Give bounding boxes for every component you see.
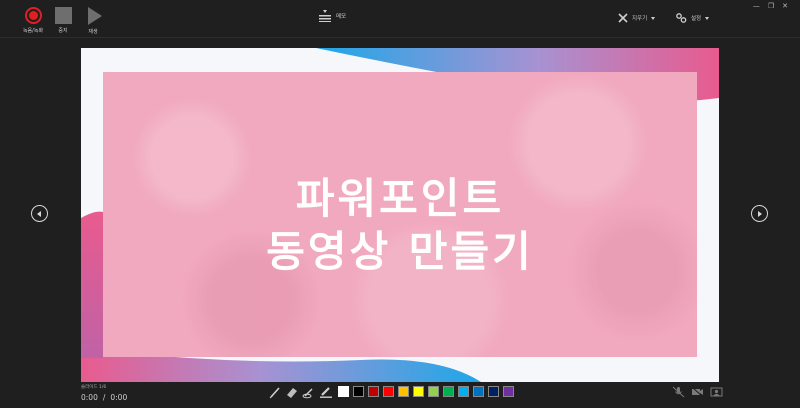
clear-button[interactable]: 지우기 xyxy=(618,13,656,23)
next-slide-button[interactable] xyxy=(751,205,768,222)
settings-button[interactable]: 설정 xyxy=(676,13,710,23)
color-swatch-white[interactable] xyxy=(338,386,349,397)
color-swatch-black[interactable] xyxy=(353,386,364,397)
settings-icon xyxy=(676,13,687,23)
memo-label: 메모 xyxy=(336,14,347,20)
eraser-icon[interactable] xyxy=(285,385,299,399)
record-label: 녹음/녹화 xyxy=(22,28,44,34)
color-palette xyxy=(338,386,514,397)
color-swatch-purple[interactable] xyxy=(503,386,514,397)
clear-label: 지우기 xyxy=(632,16,648,22)
time-separator: / xyxy=(102,393,106,402)
slide-preview: 파워포인트 동영상 만들기 xyxy=(81,48,719,382)
chevron-down-icon xyxy=(705,16,710,20)
minimize-button[interactable]: — xyxy=(753,2,760,10)
window-controls: — ❐ ✕ xyxy=(753,2,788,10)
highlighter-icon[interactable] xyxy=(319,385,333,399)
replay-button[interactable]: 재생 xyxy=(82,7,104,35)
color-swatch-orange[interactable] xyxy=(398,386,409,397)
camera-icon[interactable] xyxy=(691,386,704,398)
record-button[interactable]: 녹음/녹화 xyxy=(22,7,44,35)
color-swatch-blue[interactable] xyxy=(473,386,484,397)
color-swatch-dark-blue[interactable] xyxy=(488,386,499,397)
color-swatch-light-blue[interactable] xyxy=(458,386,469,397)
slide-counter: 슬라이드 1/6 xyxy=(81,385,107,390)
color-swatch-red[interactable] xyxy=(383,386,394,397)
next-arrow-icon xyxy=(758,210,762,217)
previous-slide-button[interactable] xyxy=(31,205,48,222)
slide-title-line1: 파워포인트 xyxy=(295,174,505,223)
play-icon xyxy=(87,7,102,25)
chevron-down-icon xyxy=(651,16,656,20)
color-swatch-dark-red[interactable] xyxy=(368,386,379,397)
prev-arrow-icon xyxy=(37,210,41,217)
color-swatch-yellow[interactable] xyxy=(413,386,424,397)
recording-timer: 0:00 / 0:00 xyxy=(81,393,127,402)
memo-icon xyxy=(319,10,331,22)
stop-icon xyxy=(54,7,72,24)
recording-toolbar: 녹음/녹화 중지 재생 메모 지우기 설정 — ❐ ✕ xyxy=(0,0,800,38)
stop-label: 중지 xyxy=(58,28,68,34)
time-total: 0:00 xyxy=(110,393,128,402)
microphone-icon[interactable] xyxy=(672,386,685,398)
media-controls xyxy=(672,386,723,398)
memo-button[interactable]: 메모 xyxy=(318,10,346,22)
ink-tools xyxy=(268,385,333,399)
close-button[interactable]: ✕ xyxy=(782,2,788,10)
time-current: 0:00 xyxy=(81,393,98,402)
eraser-x-icon xyxy=(618,13,628,23)
color-swatch-green[interactable] xyxy=(443,386,454,397)
settings-label: 설정 xyxy=(691,16,702,22)
laser-pointer-icon[interactable] xyxy=(302,385,316,399)
record-controls: 녹음/녹화 중지 재생 xyxy=(22,7,104,35)
stop-button[interactable]: 중지 xyxy=(52,7,74,35)
slide-title: 파워포인트 동영상 만들기 xyxy=(103,172,697,278)
replay-label: 재생 xyxy=(88,29,98,35)
color-swatch-light-green[interactable] xyxy=(428,386,439,397)
slide-title-line2: 동영상 만들기 xyxy=(266,227,534,276)
camera-preview-icon[interactable] xyxy=(710,386,723,398)
restore-button[interactable]: ❐ xyxy=(768,2,774,10)
record-icon xyxy=(24,7,42,24)
pen-icon[interactable] xyxy=(268,385,282,399)
